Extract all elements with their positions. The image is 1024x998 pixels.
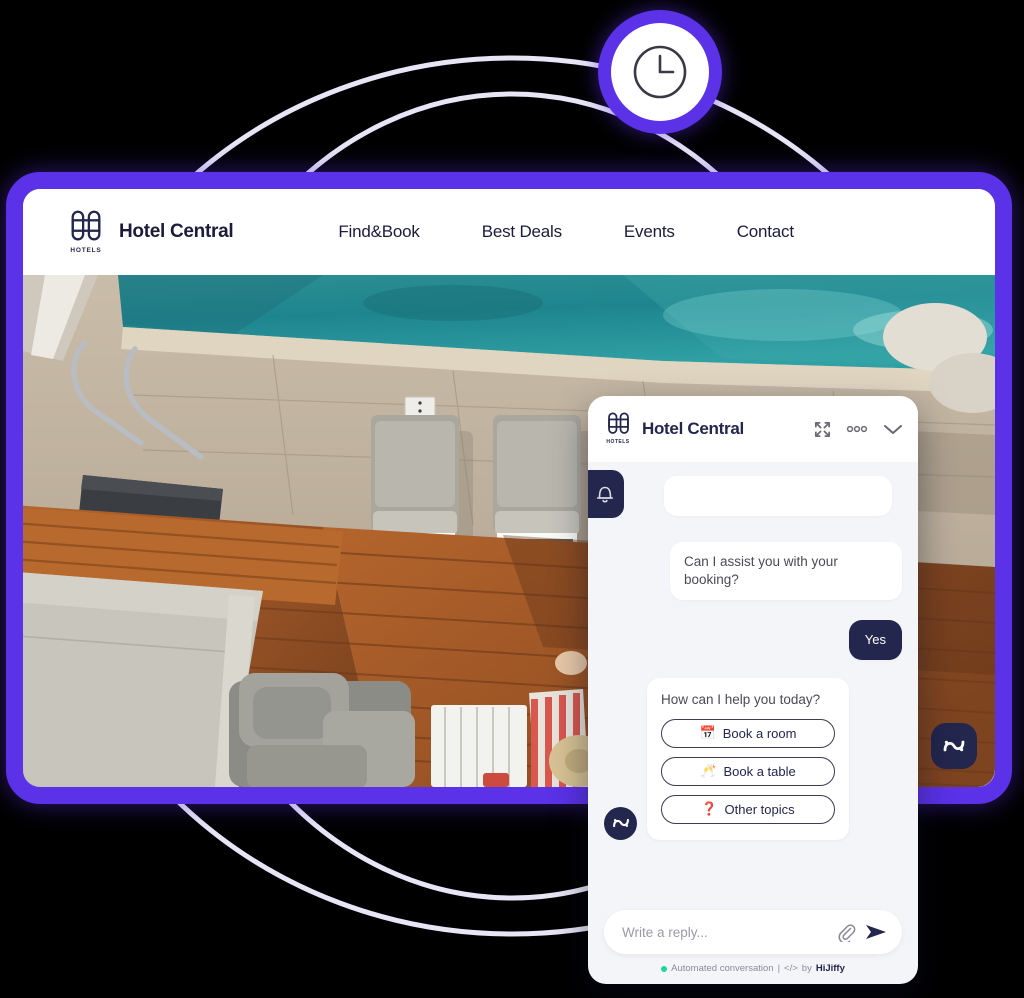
hijiffy-logo-icon xyxy=(943,740,965,752)
bot-message: Can I assist you with your booking? xyxy=(670,542,902,601)
chat-widget: HOTELS Hotel Central Can I assist you wi… xyxy=(588,396,918,984)
hijiffy-avatar-icon xyxy=(612,819,629,828)
vendor-name: HiJiffy xyxy=(815,963,845,974)
chat-branding: Automated conversation | </> by HiJiffy xyxy=(604,963,902,974)
quick-reply-row: How can I help you today? 📅 Book a room … xyxy=(604,677,902,840)
expand-icon[interactable] xyxy=(813,420,832,439)
site-brand-name: Hotel Central xyxy=(119,221,234,242)
quick-reply-question: How can I help you today? xyxy=(661,691,821,707)
chat-header-actions xyxy=(813,420,904,439)
nav-link-best-deals[interactable]: Best Deals xyxy=(451,222,593,242)
chat-title: Hotel Central xyxy=(642,419,744,438)
branding-separator: | xyxy=(777,963,781,974)
send-icon[interactable] xyxy=(864,921,888,943)
automated-conversation-label: Automated conversation xyxy=(671,963,774,974)
drinks-icon: 🥂 xyxy=(700,763,717,779)
quick-reply-label: Other topics xyxy=(724,801,795,817)
chat-launcher-button[interactable] xyxy=(931,723,977,769)
chat-header: HOTELS Hotel Central xyxy=(588,396,918,462)
quick-reply-book-a-table[interactable]: 🥂 Book a table xyxy=(661,756,835,786)
user-message: Yes xyxy=(848,620,902,660)
chat-footer: Automated conversation | </> by HiJiffy xyxy=(588,910,918,984)
message-row: Can I assist you with your booking? xyxy=(604,542,902,601)
site-nav-links: Find&Book Best Deals Events Contact xyxy=(307,222,825,242)
chat-logo-caption: HOTELS xyxy=(606,438,630,445)
chat-composer xyxy=(604,910,902,954)
chevron-down-icon[interactable] xyxy=(882,422,904,436)
quick-reply-book-a-room[interactable]: 📅 Book a room xyxy=(661,718,835,748)
online-dot-icon xyxy=(661,965,668,972)
quick-reply-other-topics[interactable]: ❓ Other topics xyxy=(661,794,835,824)
code-icon: </> xyxy=(784,963,798,974)
paperclip-icon[interactable] xyxy=(836,922,856,942)
logo-caption: HOTELS xyxy=(70,247,102,254)
site-navbar: HOTELS Hotel Central Find&Book Best Deal… xyxy=(23,189,995,275)
nav-link-events[interactable]: Events xyxy=(593,222,706,242)
clock-icon xyxy=(633,45,687,99)
quick-reply-label: Book a room xyxy=(722,725,797,741)
hotel-beds-icon: HOTELS xyxy=(67,207,105,257)
message-row xyxy=(664,476,902,516)
bot-avatar xyxy=(604,806,637,840)
quick-reply-label: Book a table xyxy=(723,763,796,779)
calendar-icon: 📅 xyxy=(699,725,716,741)
message-row: Yes xyxy=(604,620,902,660)
nav-link-find-and-book[interactable]: Find&Book xyxy=(307,222,450,242)
site-brand[interactable]: HOTELS Hotel Central xyxy=(67,207,234,257)
bell-icon xyxy=(596,486,614,503)
quick-reply-card: How can I help you today? 📅 Book a room … xyxy=(647,677,849,840)
question-mark-icon: ❓ xyxy=(701,801,718,817)
nav-link-contact[interactable]: Contact xyxy=(706,222,825,242)
clock-badge-inner xyxy=(611,23,709,121)
branding-by-label: by xyxy=(801,963,812,974)
clock-badge xyxy=(598,10,722,134)
more-options-icon[interactable] xyxy=(846,425,868,433)
notification-badge[interactable] xyxy=(588,470,624,518)
reply-input[interactable] xyxy=(622,924,828,940)
screenshot-stage: HOTELS Hotel Central Find&Book Best Deal… xyxy=(0,0,1024,998)
bot-message-empty xyxy=(664,476,892,516)
chat-message-list: Can I assist you with your booking? Yes … xyxy=(588,462,918,910)
hotel-beds-icon: HOTELS xyxy=(604,410,632,448)
